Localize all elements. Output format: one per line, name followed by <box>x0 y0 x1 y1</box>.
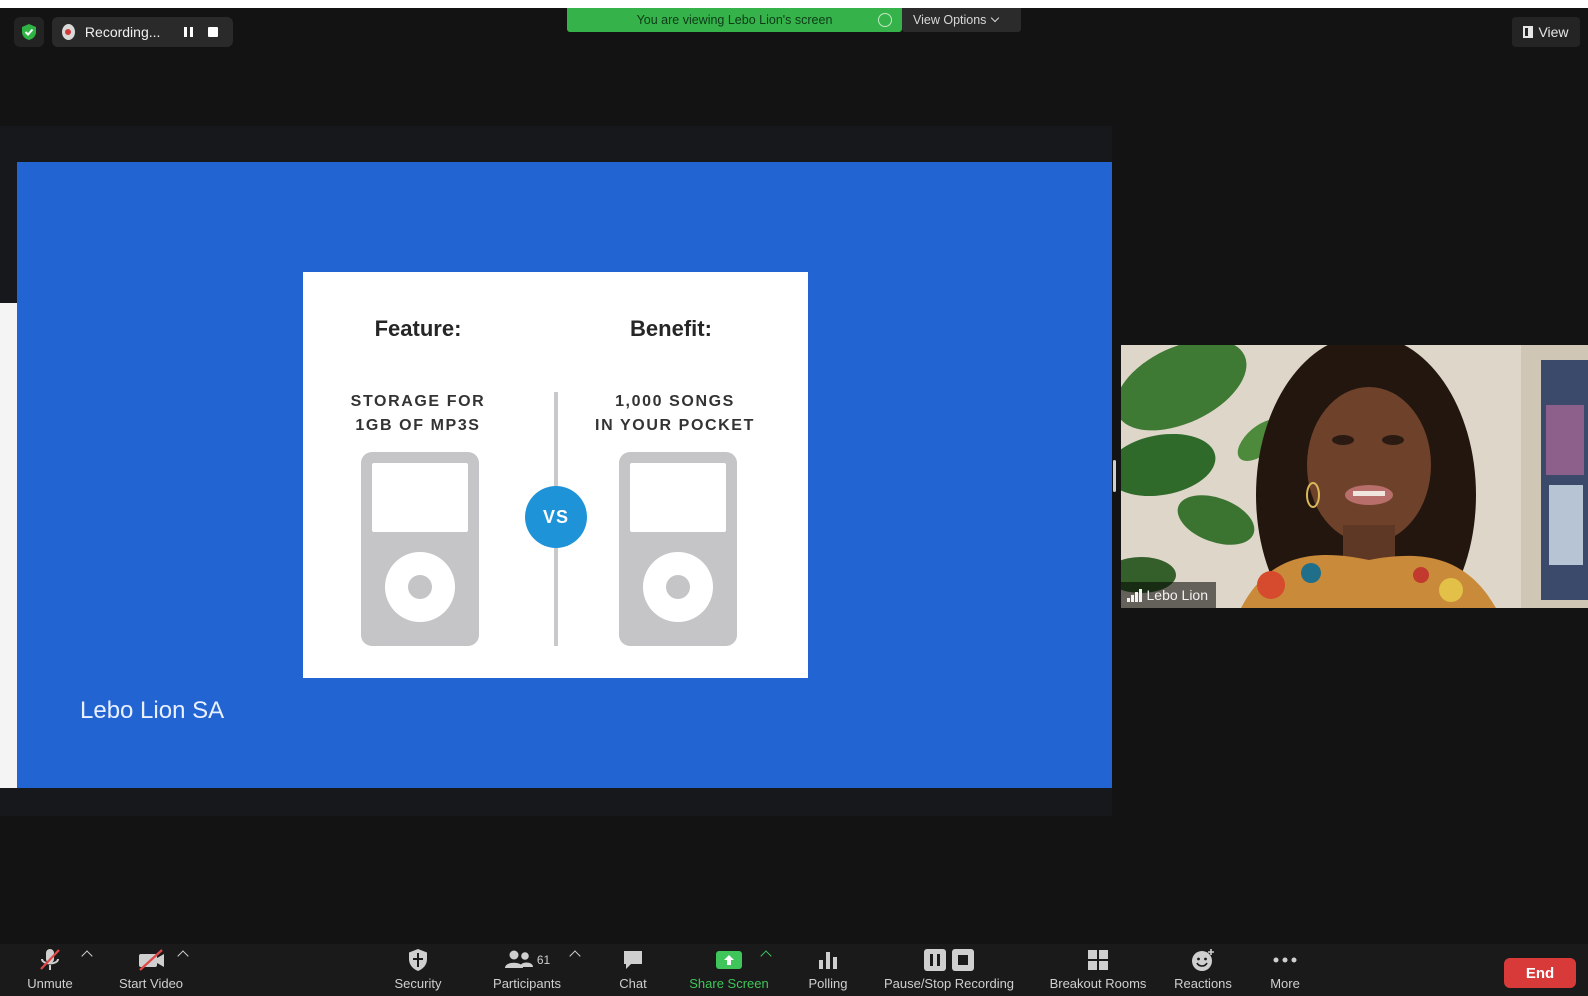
meeting-toolbar: Unmute Start Video Security 61 Participa… <box>0 944 1588 996</box>
ipod-screen <box>630 463 726 532</box>
video-off-icon <box>136 944 166 976</box>
breakout-rooms-icon <box>1086 944 1110 976</box>
recording-label: Recording... <box>84 24 161 40</box>
ipod-click-wheel <box>643 552 713 622</box>
participants-label: Participants <box>493 976 561 991</box>
reactions-smiley-icon <box>1190 944 1216 976</box>
share-screen-button[interactable]: Share Screen <box>682 944 776 996</box>
more-label: More <box>1270 976 1300 991</box>
pause-stop-recording-button[interactable]: Pause/Stop Recording <box>878 944 1020 996</box>
view-options-label: View Options <box>913 13 987 27</box>
more-dots-icon <box>1272 944 1298 976</box>
pause-stop-icon <box>921 944 977 976</box>
participants-icon-group: 61 <box>504 944 550 976</box>
recording-dot-icon <box>62 24 75 40</box>
chat-bubble-icon <box>621 944 645 976</box>
reactions-label: Reactions <box>1174 976 1232 991</box>
panel-resize-handle[interactable] <box>1113 460 1116 492</box>
chat-button[interactable]: Chat <box>610 944 656 996</box>
benefit-line-1: 1,000 SONGS <box>615 393 735 410</box>
view-options-button[interactable]: View Options <box>902 8 1021 32</box>
participant-name-tag: Lebo Lion <box>1121 582 1217 608</box>
ipod-click-wheel <box>385 552 455 622</box>
top-strip <box>0 0 1588 8</box>
encryption-shield-icon[interactable] <box>14 17 44 47</box>
participants-icon <box>504 950 533 968</box>
security-label: Security <box>394 976 442 991</box>
participants-options-chevron-icon[interactable] <box>569 950 581 962</box>
zoom-meeting-window: Recording... You are viewing Lebo Lion's… <box>0 0 1588 996</box>
benefit-title: Benefit: <box>630 316 712 341</box>
benefit-description: 1,000 SONGS IN YOUR POCKET <box>555 390 795 438</box>
security-button[interactable]: Security <box>388 944 448 996</box>
pause-recording-icon[interactable] <box>182 25 193 39</box>
share-screen-label: Share Screen <box>689 976 769 991</box>
signal-strength-icon <box>1127 588 1142 602</box>
unmute-label: Unmute <box>27 976 73 991</box>
participant-video-feed <box>1121 345 1588 608</box>
start-video-label: Start Video <box>118 976 184 991</box>
participants-button[interactable]: 61 Participants <box>484 944 570 996</box>
more-button[interactable]: More <box>1260 944 1310 996</box>
pause-stop-recording-label: Pause/Stop Recording <box>883 976 1015 991</box>
feature-line-1: STORAGE FOR <box>350 393 486 410</box>
ipod-screen <box>372 463 468 532</box>
end-meeting-button[interactable]: End <box>1504 958 1576 988</box>
breakout-rooms-label: Breakout Rooms <box>1049 976 1147 991</box>
view-layout-label: View <box>1538 24 1569 40</box>
stop-recording-icon[interactable] <box>208 25 219 39</box>
reactions-button[interactable]: Reactions <box>1166 944 1240 996</box>
feature-line-2: 1GB OF MP3S <box>355 417 481 434</box>
ipod-icon <box>619 452 737 646</box>
participants-count: 61 <box>536 953 551 967</box>
viewing-banner-text: You are viewing Lebo Lion's screen <box>636 13 833 27</box>
shared-screen-edge <box>0 303 17 788</box>
vs-badge: VS <box>525 486 587 548</box>
polling-chart-icon <box>816 944 840 976</box>
slide-footer-text: Lebo Lion SA <box>80 697 225 724</box>
breakout-rooms-button[interactable]: Breakout Rooms <box>1040 944 1156 996</box>
participant-name: Lebo Lion <box>1146 587 1209 603</box>
polling-label: Polling <box>808 976 848 991</box>
view-layout-icon <box>1523 26 1534 38</box>
security-shield-icon <box>406 944 430 976</box>
polling-button[interactable]: Polling <box>798 944 858 996</box>
audio-options-chevron-icon[interactable] <box>81 950 93 962</box>
ipod-icon <box>361 452 479 646</box>
recording-indicator: Recording... <box>52 17 233 47</box>
benefit-line-2: IN YOUR POCKET <box>595 417 755 434</box>
feature-title: Feature: <box>374 316 462 341</box>
share-screen-icon <box>714 944 744 976</box>
viewing-screen-banner: You are viewing Lebo Lion's screen <box>567 8 902 32</box>
feature-benefit-card: Feature: Benefit: STORAGE FOR 1GB OF MP3… <box>303 272 808 678</box>
participant-video-tile[interactable]: Lebo Lion <box>1121 345 1588 608</box>
unmute-button[interactable]: Unmute <box>18 944 82 996</box>
chat-label: Chat <box>619 976 647 991</box>
chevron-down-icon <box>991 13 1000 23</box>
feature-description: STORAGE FOR 1GB OF MP3S <box>298 390 538 438</box>
banner-status-icon <box>878 13 892 27</box>
muted-microphone-icon <box>37 944 63 976</box>
view-layout-button[interactable]: View <box>1512 17 1580 47</box>
